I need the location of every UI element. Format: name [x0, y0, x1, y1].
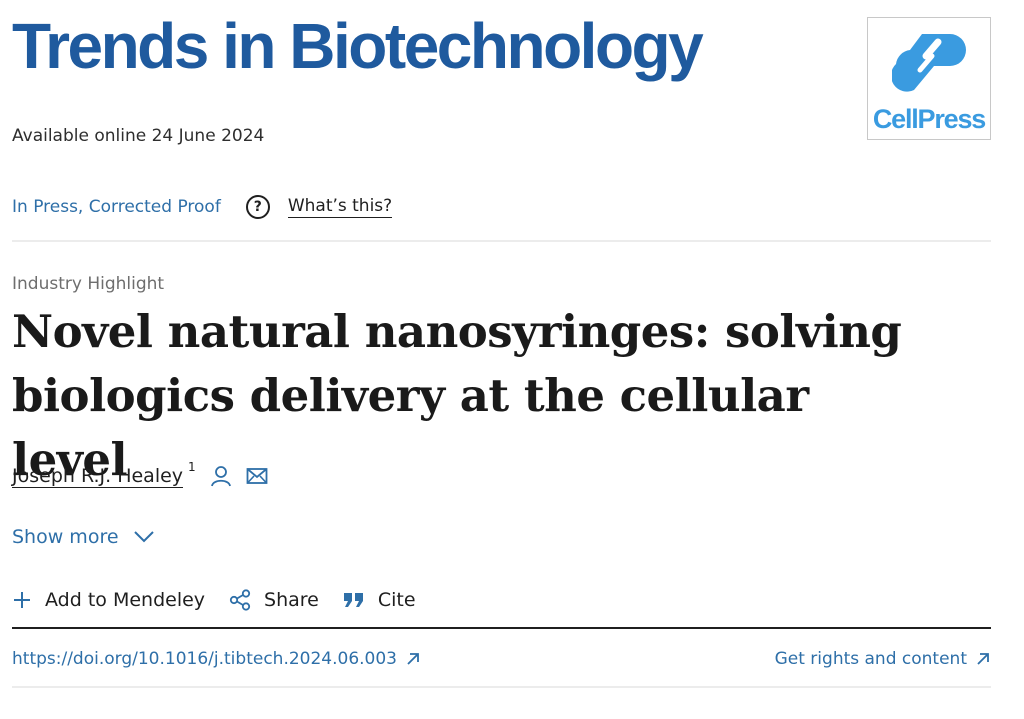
author-name-link[interactable]: Joseph R.J. Healey [12, 465, 184, 488]
divider [12, 240, 991, 242]
quote-icon [343, 591, 365, 609]
author-affiliation-marker: 1 [188, 460, 196, 474]
get-rights-link[interactable]: Get rights and content [775, 649, 991, 669]
share-icon [229, 589, 251, 611]
article-actions: Add to Mendeley Share Cite [12, 586, 416, 614]
cellpress-logo-text: CellPress [872, 104, 986, 134]
author-row: Joseph R.J. Healey 1 [12, 460, 268, 490]
divider [12, 686, 991, 688]
cite-label: Cite [377, 589, 416, 611]
question-circle-icon[interactable]: ? [245, 195, 270, 219]
envelope-icon[interactable] [246, 467, 268, 485]
person-icon[interactable] [210, 465, 232, 487]
external-link-arrow-icon [407, 653, 419, 665]
doi-link-label: https://doi.org/10.1016/j.tibtech.2024.0… [12, 649, 397, 669]
plus-icon [12, 590, 32, 610]
show-more-button[interactable]: Show more [12, 523, 155, 551]
article-type-label: Industry Highlight [12, 274, 165, 294]
whats-this-link[interactable]: What’s this? [287, 196, 393, 218]
external-link-arrow-icon [977, 653, 989, 665]
doi-link[interactable]: https://doi.org/10.1016/j.tibtech.2024.0… [12, 649, 421, 669]
doi-row: https://doi.org/10.1016/j.tibtech.2024.0… [12, 647, 991, 671]
journal-title[interactable]: Trends in Biotechnology [12, 8, 704, 84]
cite-button[interactable]: Cite [343, 589, 416, 611]
share-label: Share [264, 589, 319, 611]
share-button[interactable]: Share [229, 589, 319, 611]
availability-date: Available online 24 June 2024 [12, 126, 265, 146]
add-to-mendeley-button[interactable]: Add to Mendeley [12, 589, 205, 611]
get-rights-label: Get rights and content [774, 649, 967, 669]
show-more-label: Show more [12, 526, 119, 548]
divider [12, 627, 991, 629]
article-status-row: In Press, Corrected Proof ? What’s this? [12, 193, 393, 221]
article-status-link[interactable]: In Press, Corrected Proof [12, 197, 221, 217]
cellpress-mark-icon [892, 34, 966, 92]
cellpress-logo[interactable]: CellPress [867, 17, 991, 140]
add-to-mendeley-label: Add to Mendeley [45, 589, 206, 611]
chevron-down-icon [133, 531, 154, 543]
